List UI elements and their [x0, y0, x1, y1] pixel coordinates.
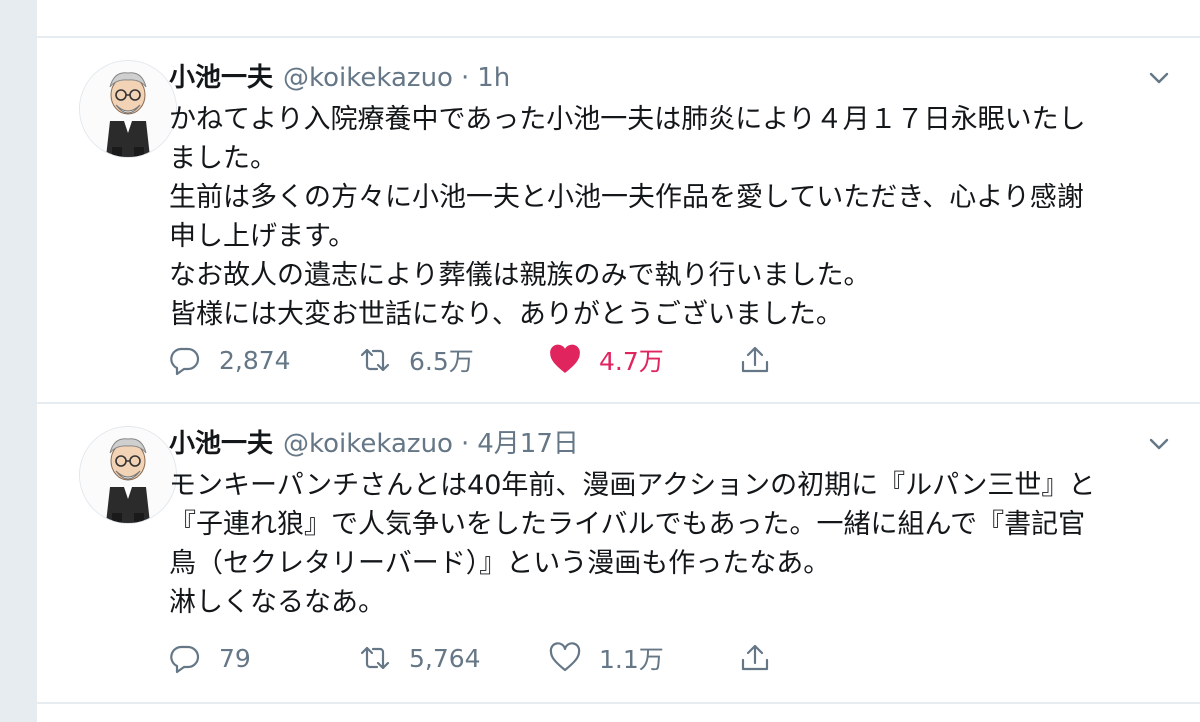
- tweet-text-line: 鳥（セクレタリーバード）』という漫画も作ったなあ。: [169, 548, 831, 579]
- chevron-down-icon[interactable]: [1147, 66, 1171, 90]
- like-count: 4.7万: [599, 347, 664, 376]
- share-icon: [741, 644, 769, 671]
- share-button[interactable]: [739, 638, 789, 678]
- share-button[interactable]: [739, 340, 789, 380]
- retweet-button[interactable]: 6.5万: [359, 340, 474, 380]
- tweet-body: 小池一夫 @koikekazuo · 4月17日 モンキーパンチさんとは40年前、漫画…: [169, 422, 1149, 622]
- retweet-button[interactable]: 5,764: [359, 638, 481, 678]
- tweet-text-line: 生前は多くの方々に小池一夫と小池一夫作品を愛していただき、心より感謝: [169, 182, 1084, 213]
- like-count: 1.1万: [599, 645, 664, 674]
- reply-button[interactable]: 79: [169, 638, 251, 678]
- tweet-text: モンキーパンチさんとは40年前、漫画アクションの初期に『ルパン三世』と 『子連れ…: [169, 466, 1149, 622]
- tweet-text-line: ました。: [169, 143, 277, 174]
- like-button[interactable]: 1.1万: [549, 638, 664, 678]
- avatar[interactable]: [79, 426, 177, 524]
- heart-icon: [549, 642, 581, 672]
- timeline: 小池一夫 @koikekazuo · 1h かねてより入院療養中であった小池一夫は肺炎…: [36, 0, 1200, 722]
- retweet-count: 6.5万: [409, 347, 474, 376]
- tweet-text-line: 申し上げます。: [169, 221, 356, 252]
- reply-icon: [170, 347, 200, 376]
- reply-button[interactable]: 2,874: [169, 340, 291, 380]
- tweet-text-line: なお故人の遺志により葬儀は親族のみで執り行いました。: [169, 260, 871, 291]
- tweet[interactable]: 小池一夫 @koikekazuo · 1h かねてより入院療養中であった小池一夫は肺炎…: [37, 36, 1200, 404]
- tweet-text-line: 皆様には大変お世話になり、ありがとうございました。: [169, 299, 843, 330]
- reply-count: 2,874: [219, 345, 291, 375]
- tweet-text-line: 淋しくなるなあ。: [169, 587, 385, 618]
- tweet-header: 小池一夫 @koikekazuo · 1h: [169, 56, 1149, 100]
- retweet-icon: [360, 348, 390, 372]
- chevron-down-icon[interactable]: [1147, 432, 1171, 456]
- tweet-text-line: 『子連れ狼』で人気争いをしたライバルでもあった。一緒に組んで『書記官: [169, 509, 1086, 540]
- retweet-count: 5,764: [409, 643, 481, 673]
- display-name[interactable]: 小池一夫: [169, 429, 273, 459]
- separator-dot: ·: [460, 429, 470, 459]
- display-name[interactable]: 小池一夫: [169, 63, 273, 93]
- tweet-body: 小池一夫 @koikekazuo · 1h かねてより入院療養中であった小池一夫は肺炎…: [169, 56, 1149, 334]
- timestamp[interactable]: 4月17日: [477, 429, 579, 459]
- tweet-actions: 2,874 6.5万 4.7万: [169, 340, 809, 380]
- handle[interactable]: @koikekazuo: [283, 63, 453, 93]
- tweet-text-line: かねてより入院療養中であった小池一夫は肺炎により４月１７日永眠いたし: [169, 104, 1086, 135]
- next-tweet-partial: [37, 704, 1200, 722]
- handle[interactable]: @koikekazuo: [283, 429, 453, 459]
- heart-icon: [550, 344, 580, 373]
- avatar[interactable]: [79, 60, 177, 158]
- separator-dot: ·: [460, 63, 470, 93]
- like-button[interactable]: 4.7万: [549, 340, 664, 380]
- timestamp[interactable]: 1h: [477, 63, 510, 93]
- tweet-header: 小池一夫 @koikekazuo · 4月17日: [169, 422, 1149, 466]
- reply-icon: [170, 645, 200, 674]
- tweet-actions: 79 5,764 1.1万: [169, 638, 809, 678]
- tweet-text: かねてより入院療養中であった小池一夫は肺炎により４月１７日永眠いたし ました。 …: [169, 100, 1149, 334]
- avatar-illustration: [80, 61, 176, 157]
- tweet-text-line: モンキーパンチさんとは40年前、漫画アクションの初期に『ルパン三世』と: [169, 470, 1096, 501]
- tweet[interactable]: 小池一夫 @koikekazuo · 4月17日 モンキーパンチさんとは40年前、漫画…: [37, 404, 1200, 704]
- retweet-icon: [360, 646, 390, 670]
- avatar-illustration: [80, 427, 176, 523]
- share-icon: [741, 346, 769, 373]
- reply-count: 79: [219, 643, 251, 673]
